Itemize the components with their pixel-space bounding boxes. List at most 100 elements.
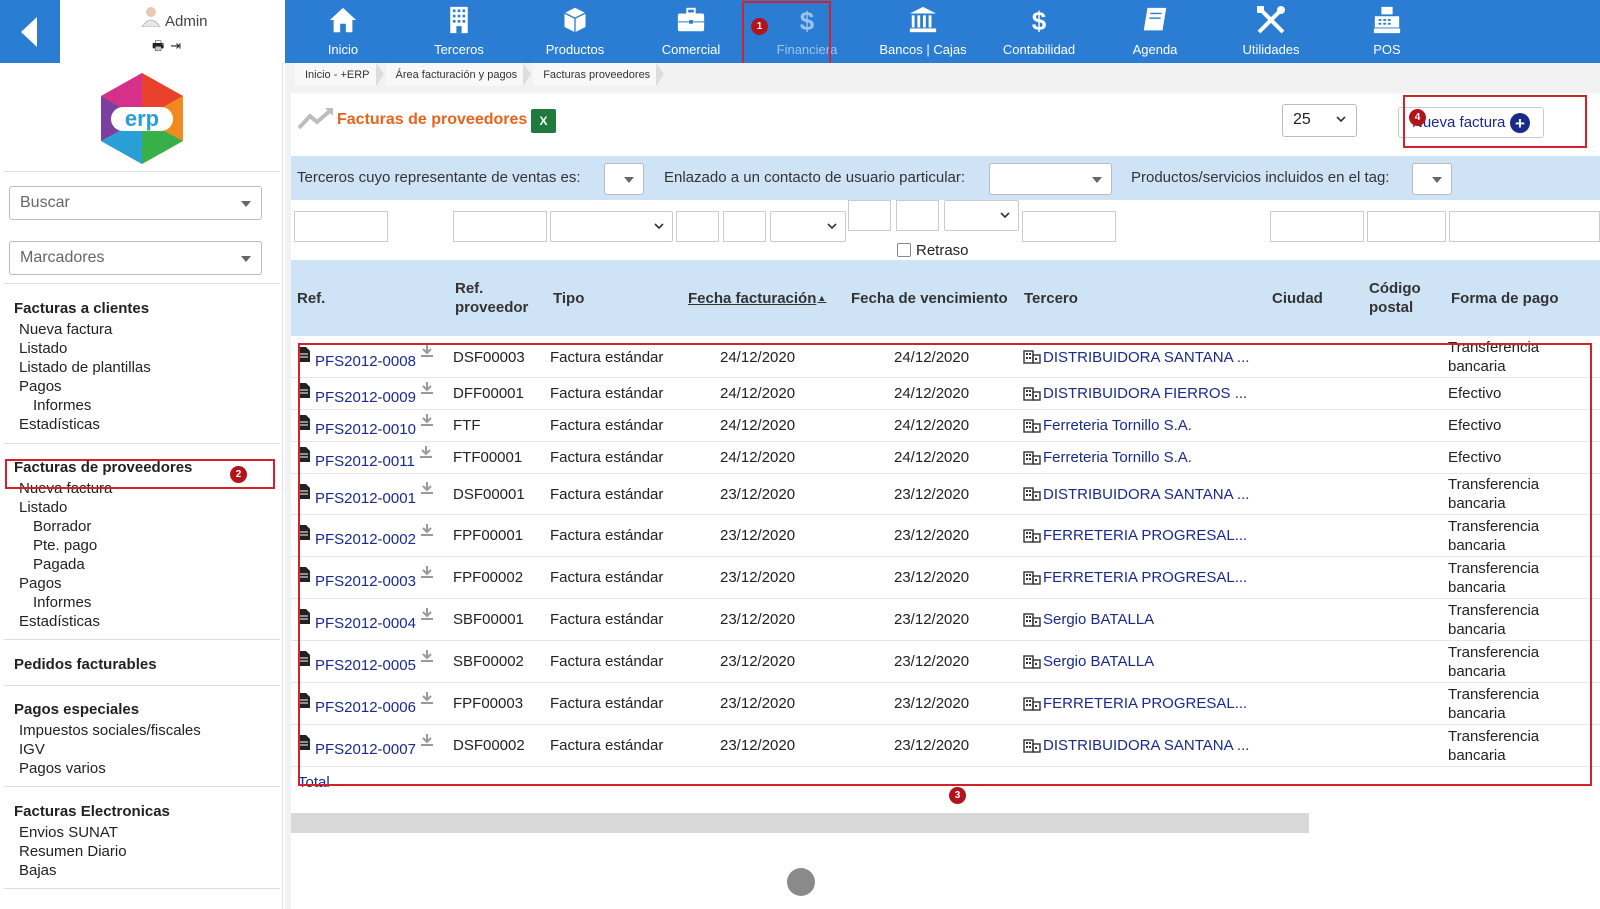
menu-pagos-varios[interactable]: Pagos varios (19, 760, 106, 777)
menu-facturas-electronicas[interactable]: Facturas Electronicas (14, 803, 170, 820)
table-row[interactable]: PFS2012-0001 DSF00001 Factura estándar 23/1… (291, 474, 1600, 515)
avatar[interactable] (140, 5, 162, 27)
search-party-input[interactable] (1022, 211, 1116, 242)
party-link[interactable]: Sergio BATALLA (1043, 611, 1154, 628)
logout-icon[interactable]: ⇥ (170, 38, 187, 53)
col-payment[interactable]: Forma de pago (1451, 260, 1600, 336)
invoice-ref-link[interactable]: PFS2012-0007 (315, 741, 416, 758)
col-party[interactable]: Tercero (1024, 260, 1078, 336)
back-button[interactable] (0, 0, 60, 63)
menu-igv[interactable]: IGV (19, 741, 45, 758)
table-row[interactable]: PFS2012-0003 FPF00002 Factura estándar 23/1… (291, 557, 1600, 599)
col-type[interactable]: Tipo (553, 260, 584, 336)
download-icon[interactable] (420, 344, 434, 358)
search-ref-supplier-input[interactable] (453, 211, 547, 242)
menu-prov-pagos[interactable]: Pagos (19, 575, 62, 592)
search-payment-input[interactable] (1449, 211, 1600, 242)
search-due-month-input[interactable] (896, 200, 939, 231)
menu-prov-pte-pago[interactable]: Pte. pago (33, 537, 97, 554)
invoice-ref-link[interactable]: PFS2012-0001 (315, 490, 416, 507)
party-link[interactable]: DISTRIBUIDORA SANTANA ... (1043, 737, 1249, 754)
table-row[interactable]: PFS2012-0007 DSF00002 Factura estándar 23/1… (291, 725, 1600, 767)
col-city[interactable]: Ciudad (1272, 260, 1323, 336)
download-icon[interactable] (420, 565, 434, 579)
party-link[interactable]: DISTRIBUIDORA FIERROS ... (1043, 385, 1247, 402)
party-link[interactable]: DISTRIBUIDORA SANTANA ... (1043, 349, 1249, 366)
invoice-ref-link[interactable]: PFS2012-0005 (315, 657, 416, 674)
search-month-input[interactable] (723, 211, 766, 242)
download-icon[interactable] (420, 481, 434, 495)
search-due-day-input[interactable] (848, 200, 891, 231)
download-icon[interactable] (420, 691, 434, 705)
party-link[interactable]: Ferreteria Tornillo S.A. (1043, 417, 1192, 434)
menu-inicio[interactable]: Inicio (285, 0, 401, 63)
download-icon[interactable] (420, 733, 434, 747)
menu-clientes-listado[interactable]: Listado (19, 340, 67, 357)
table-row[interactable]: PFS2012-0009 DFF00001 Factura estándar 24/1… (291, 378, 1600, 410)
invoice-ref-link[interactable]: PFS2012-0004 (315, 615, 416, 632)
invoice-ref-link[interactable]: PFS2012-0006 (315, 699, 416, 716)
search-type-select[interactable] (550, 211, 673, 242)
search-ref-input[interactable] (294, 211, 388, 242)
menu-clientes-plantillas[interactable]: Listado de plantillas (19, 359, 151, 376)
download-icon[interactable] (420, 413, 434, 427)
invoice-ref-link[interactable]: PFS2012-0009 (315, 389, 416, 406)
party-link[interactable]: Sergio BATALLA (1043, 653, 1154, 670)
menu-envios-sunat[interactable]: Envios SUNAT (19, 824, 118, 841)
table-row[interactable]: PFS2012-0011 FTF00001 Factura estándar 24/1… (291, 442, 1600, 474)
menu-pedidos-facturables[interactable]: Pedidos facturables (14, 656, 157, 673)
filter-sales-rep-select[interactable] (604, 163, 644, 195)
menu-clientes-pagos[interactable]: Pagos (19, 378, 62, 395)
table-row[interactable]: PFS2012-0002 FPF00001 Factura estándar 23/1… (291, 515, 1600, 557)
col-ref-supplier[interactable]: Ref. proveedor (455, 260, 528, 336)
filter-tag-select[interactable] (1412, 163, 1452, 195)
col-zip[interactable]: Código postal (1369, 260, 1421, 336)
menu-terceros[interactable]: Terceros (401, 0, 517, 63)
invoice-ref-link[interactable]: PFS2012-0010 (315, 421, 416, 438)
page-size-select[interactable]: 25 (1282, 104, 1357, 137)
party-link[interactable]: Ferreteria Tornillo S.A. (1043, 449, 1192, 466)
menu-bancos-cajas[interactable]: Bancos | Cajas (865, 0, 981, 63)
menu-prov-borrador[interactable]: Borrador (33, 518, 91, 535)
col-ref[interactable]: Ref. (297, 260, 325, 336)
table-row[interactable]: PFS2012-0006 FPF00003 Factura estándar 23/1… (291, 683, 1600, 725)
search-due-year-select[interactable] (944, 200, 1019, 231)
menu-pos[interactable]: POS (1329, 0, 1445, 63)
menu-pagos-especiales[interactable]: Pagos especiales (14, 701, 139, 718)
col-date[interactable]: Fecha facturación ▲ (688, 260, 826, 336)
search-day-input[interactable] (676, 211, 719, 242)
download-icon[interactable] (420, 381, 434, 395)
late-checkbox[interactable] (897, 243, 911, 257)
menu-prov-pagada[interactable]: Pagada (33, 556, 85, 573)
menu-facturas-clientes[interactable]: Facturas a clientes (14, 300, 149, 317)
party-link[interactable]: FERRETERIA PROGRESAL... (1043, 527, 1247, 544)
menu-impuestos[interactable]: Impuestos sociales/fiscales (19, 722, 201, 739)
print-icon[interactable]: 🖶 (152, 38, 170, 53)
menu-financiera[interactable]: $ Financiera (749, 0, 865, 63)
menu-resumen-diario[interactable]: Resumen Diario (19, 843, 127, 860)
download-icon[interactable] (420, 649, 434, 663)
breadcrumb-area[interactable]: Área facturación y pagos (385, 63, 524, 86)
menu-clientes-estadisticas[interactable]: Estadísticas (19, 416, 100, 433)
table-row[interactable]: PFS2012-0004 SBF00001 Factura estándar 23/1… (291, 599, 1600, 641)
menu-prov-listado[interactable]: Listado (19, 499, 67, 516)
menu-prov-nueva[interactable]: Nueva factura (19, 480, 112, 497)
search-year-select[interactable] (770, 211, 846, 242)
user-name[interactable]: Admin (165, 13, 208, 30)
invoice-ref-link[interactable]: PFS2012-0002 (315, 531, 416, 548)
menu-clientes-nueva[interactable]: Nueva factura (19, 321, 112, 338)
party-link[interactable]: FERRETERIA PROGRESAL... (1043, 695, 1247, 712)
col-due[interactable]: Fecha de vencimiento (851, 260, 1008, 336)
excel-export-icon[interactable]: X (531, 109, 556, 133)
menu-bajas[interactable]: Bajas (19, 862, 57, 879)
party-link[interactable]: FERRETERIA PROGRESAL... (1043, 569, 1247, 586)
search-select[interactable]: Buscar (9, 186, 262, 220)
breadcrumb-home[interactable]: Inicio - +ERP (295, 63, 376, 86)
menu-agenda[interactable]: Agenda (1097, 0, 1213, 63)
party-link[interactable]: DISTRIBUIDORA SANTANA ... (1043, 486, 1249, 503)
menu-utilidades[interactable]: Utilidades (1213, 0, 1329, 63)
menu-prov-informes[interactable]: Informes (33, 594, 91, 611)
menu-clientes-informes[interactable]: Informes (33, 397, 91, 414)
table-row[interactable]: PFS2012-0005 SBF00002 Factura estándar 23/1… (291, 641, 1600, 683)
search-city-input[interactable] (1270, 211, 1364, 242)
